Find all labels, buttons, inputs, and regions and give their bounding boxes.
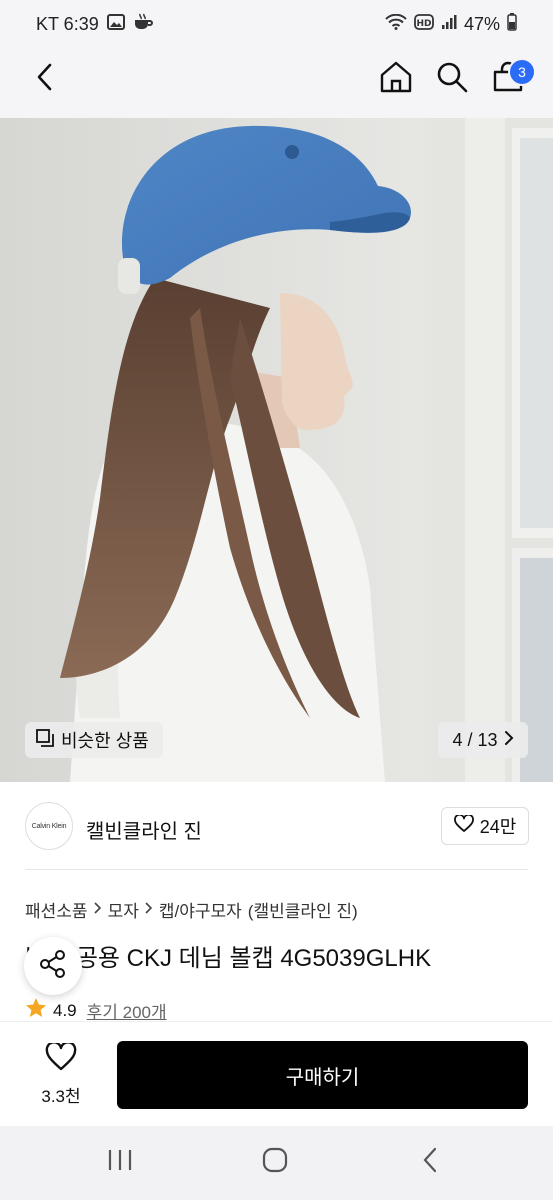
brand-name[interactable]: 캘빈클라인 진	[86, 815, 202, 844]
chevron-right-icon	[93, 901, 102, 918]
breadcrumb-item[interactable]: 모자	[108, 897, 139, 922]
svg-text:HD: HD	[416, 19, 431, 29]
back-system-button[interactable]	[400, 1144, 460, 1180]
share-button[interactable]	[24, 937, 82, 995]
hd-icon: HD	[414, 14, 434, 35]
coffee-icon	[133, 13, 153, 36]
heart-icon	[453, 813, 474, 838]
home-button[interactable]	[372, 48, 420, 110]
breadcrumb-item[interactable]: 캡/야구모자	[159, 897, 242, 922]
carrier-time: KT 6:39	[36, 14, 99, 34]
brand-logo-text: Calvin Klein	[31, 822, 67, 830]
back-button[interactable]	[22, 48, 66, 110]
bottom-action-bar: 3.3천 구매하기	[0, 1021, 553, 1127]
image-counter-text: 4 / 13	[452, 729, 498, 750]
recents-button[interactable]	[90, 1144, 150, 1180]
heart-icon	[45, 1041, 77, 1076]
buy-button[interactable]: 구매하기	[117, 1041, 528, 1109]
share-icon	[38, 949, 68, 984]
search-icon	[436, 61, 468, 98]
wifi-icon	[385, 13, 407, 35]
wishlist-count: 3.3천	[41, 1087, 81, 1106]
similar-products-button[interactable]: 비슷한 상품	[25, 722, 163, 758]
breadcrumb-item[interactable]: (캘빈클라인 진)	[248, 897, 358, 922]
brand-logo[interactable]: Calvin Klein	[25, 802, 73, 850]
similar-products-label: 비슷한 상품	[61, 731, 149, 751]
brand-like-count: 24만	[479, 817, 517, 837]
recents-icon	[107, 1148, 133, 1177]
star-icon	[25, 997, 47, 1024]
signal-icon	[441, 14, 457, 35]
chevron-right-icon	[504, 730, 514, 751]
image-counter[interactable]: 4 / 13	[438, 722, 528, 758]
system-nav-bar	[0, 1126, 553, 1200]
cart-badge: 3	[508, 58, 536, 86]
copy-icon	[35, 728, 55, 753]
search-button[interactable]	[428, 48, 476, 110]
product-image[interactable]	[0, 118, 553, 782]
battery-text: 47%	[463, 14, 500, 34]
product-title: 남녀 공용 CKJ 데님 볼캡 4G5039GLHK	[25, 945, 432, 972]
chevron-right-icon	[145, 901, 153, 918]
back-chevron-icon	[422, 1147, 438, 1178]
home-circle-icon	[262, 1147, 288, 1178]
home-icon	[379, 60, 413, 99]
rating-row: 4.9 후기 200개	[25, 997, 167, 1024]
divider	[25, 869, 528, 870]
back-arrow-icon	[36, 63, 52, 96]
battery-icon	[507, 13, 517, 36]
breadcrumb: 패션소품 모자 캡/야구모자 (캘빈클라인 진)	[25, 897, 358, 922]
gallery-icon	[106, 14, 125, 35]
top-nav: 3	[0, 48, 553, 118]
breadcrumb-item[interactable]: 패션소품	[25, 897, 88, 922]
cart-button[interactable]: 3	[484, 48, 536, 110]
rating-value: 4.9	[53, 1000, 77, 1020]
brand-row: Calvin Klein 캘빈클라인 진 24만	[0, 782, 553, 870]
review-link[interactable]: 후기 200개	[87, 998, 167, 1023]
home-system-button[interactable]	[245, 1144, 305, 1180]
brand-like-button[interactable]: 24만	[441, 807, 529, 845]
wishlist-button[interactable]: 3.3천	[24, 1040, 98, 1110]
status-bar: KT 6:39 HD 47%	[0, 0, 553, 48]
